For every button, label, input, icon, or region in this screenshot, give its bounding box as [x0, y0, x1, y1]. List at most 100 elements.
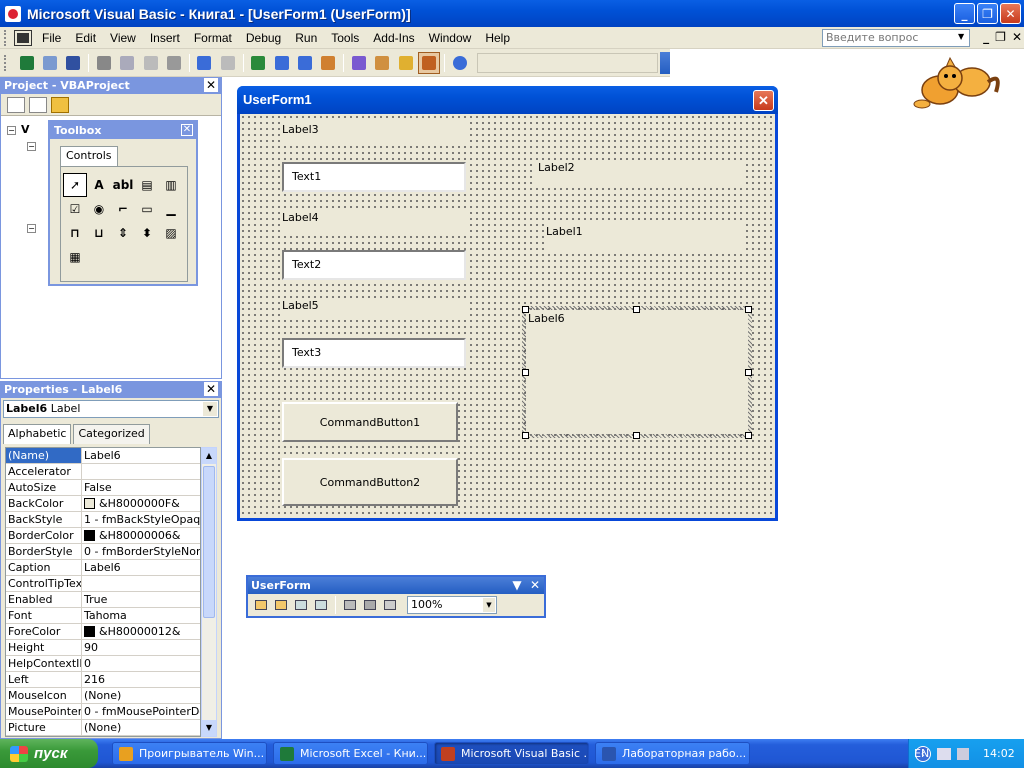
tree-node-collapse-icon[interactable]: − [27, 224, 36, 233]
property-value[interactable]: (None) [82, 720, 200, 735]
menu-edit[interactable]: Edit [68, 28, 103, 48]
ask-question-input[interactable]: Введите вопрос [822, 29, 970, 47]
help-icon[interactable] [449, 52, 470, 74]
select-objects-icon[interactable]: ➚ [63, 173, 87, 197]
property-row[interactable]: Enabled True [6, 592, 200, 608]
redo-icon[interactable] [217, 52, 238, 74]
property-value[interactable]: 0 [82, 656, 200, 671]
commandbutton2[interactable]: CommandButton2 [282, 458, 458, 506]
resize-handle[interactable] [745, 369, 752, 376]
align-icon[interactable] [341, 597, 359, 613]
property-row[interactable]: BackStyle1 - fmBackStyleOpaque [6, 512, 200, 528]
property-value[interactable]: 1 - fmBackStyleOpaque [82, 512, 200, 527]
multipage-tool-icon[interactable]: ⊔ [87, 221, 111, 245]
minimize-button[interactable]: _ [954, 3, 975, 24]
property-row[interactable]: MouseIcon (None) [6, 688, 200, 704]
userform-close-icon[interactable]: ✕ [753, 90, 774, 111]
property-row[interactable]: ControlTipText [6, 576, 200, 592]
property-row[interactable]: AutoSize False [6, 480, 200, 496]
ask-dropdown-icon[interactable]: ▼ [958, 32, 964, 41]
toolbar-close-icon[interactable]: ✕ [530, 578, 540, 592]
mdi-minimize-button[interactable]: _ [983, 30, 989, 44]
paste-icon[interactable] [140, 52, 161, 74]
tab-controls[interactable]: Controls [60, 146, 118, 166]
property-row[interactable]: Font Tahoma [6, 608, 200, 624]
label-tool-icon[interactable]: A [87, 173, 111, 197]
commandbutton-tool-icon[interactable]: ▁ [159, 197, 183, 221]
toggle-folders-icon[interactable] [51, 96, 69, 113]
text3[interactable]: Text3 [282, 338, 466, 368]
volume-icon[interactable] [957, 747, 969, 760]
toolbar-options-button[interactable] [660, 51, 670, 74]
property-row[interactable]: ForeColor &H80000012& [6, 624, 200, 640]
bring-to-front-icon[interactable] [252, 597, 270, 613]
property-value[interactable]: 0 - fmMousePointerDefa [82, 704, 200, 719]
property-value[interactable]: &H8000000F& [82, 496, 200, 511]
tab-categorized[interactable]: Categorized [73, 424, 150, 444]
toolbox-close-icon[interactable]: ✕ [181, 124, 193, 136]
group-icon[interactable] [292, 597, 310, 613]
property-row[interactable]: Left 216 [6, 672, 200, 688]
properties-scrollbar[interactable]: ▲ ▼ [201, 447, 217, 737]
toolbar-grip[interactable] [4, 54, 12, 71]
combobox-tool-icon[interactable]: ▤ [135, 173, 159, 197]
resize-handle[interactable] [522, 432, 529, 439]
mdi-restore-button[interactable]: ❐ [995, 30, 1006, 44]
center-icon[interactable] [361, 597, 379, 613]
menu-tools[interactable]: Tools [324, 28, 366, 48]
scroll-thumb[interactable] [203, 466, 215, 618]
start-button[interactable]: пуск [0, 739, 98, 768]
close-button[interactable]: ✕ [1000, 3, 1021, 24]
text1[interactable]: Text1 [282, 162, 466, 192]
object-browser-icon[interactable] [395, 52, 416, 74]
reset-icon[interactable] [294, 52, 315, 74]
tabstrip-tool-icon[interactable]: ⊓ [63, 221, 87, 245]
menu-add-ins[interactable]: Add-Ins [366, 28, 421, 48]
taskbar-item[interactable]: Проигрыватель Win... [112, 742, 267, 765]
property-row[interactable]: Picture (None) [6, 720, 200, 736]
view-object-icon[interactable] [29, 96, 47, 113]
label6-selection[interactable]: Label6 [522, 306, 752, 438]
tab-alphabetic[interactable]: Alphabetic [3, 424, 72, 444]
property-row[interactable]: Caption Label6 [6, 560, 200, 576]
label6[interactable]: Label6 [526, 310, 748, 434]
menu-insert[interactable]: Insert [143, 28, 187, 48]
network-icon[interactable] [937, 747, 951, 760]
resize-handle[interactable] [745, 306, 752, 313]
userform-canvas[interactable]: Label3 Text1 Label2 Label4 Label1 Text2 … [240, 114, 775, 518]
property-row[interactable]: BackColor &H8000000F& [6, 496, 200, 512]
menu-format[interactable]: Format [187, 28, 239, 48]
property-value[interactable]: &H80000006& [82, 528, 200, 543]
property-value[interactable]: 90 [82, 640, 200, 655]
resize-handle[interactable] [633, 432, 640, 439]
menu-file[interactable]: File [35, 28, 68, 48]
property-value[interactable]: 0 - fmBorderStyleNone [82, 544, 200, 559]
scroll-up-icon[interactable]: ▲ [202, 448, 216, 464]
restore-button[interactable]: ❐ [977, 3, 998, 24]
commandbutton1[interactable]: CommandButton1 [282, 402, 458, 442]
project-close-icon[interactable]: ✕ [204, 78, 218, 92]
office-assistant-cat-icon[interactable] [910, 52, 1005, 112]
label4[interactable]: Label4 [280, 210, 466, 232]
toolbox-icon[interactable] [418, 51, 440, 74]
property-value[interactable]: &H80000012& [82, 624, 200, 639]
optionbutton-tool-icon[interactable]: ◉ [87, 197, 111, 221]
language-indicator[interactable]: EN [914, 747, 929, 760]
resize-handle[interactable] [522, 306, 529, 313]
scrollbar-tool-icon[interactable]: ⇕ [111, 221, 135, 245]
toolbar-options-icon[interactable]: ▼ [512, 578, 521, 592]
tree-root-label[interactable]: V [21, 123, 30, 136]
label2[interactable]: Label2 [536, 160, 744, 188]
menu-grip[interactable] [4, 29, 12, 46]
property-value[interactable]: 216 [82, 672, 200, 687]
property-row[interactable]: BorderStyle 0 - fmBorderStyleNone [6, 544, 200, 560]
properties-window-icon[interactable] [372, 52, 393, 74]
view-code-icon[interactable] [7, 96, 25, 113]
property-value[interactable]: Label6 [82, 560, 200, 575]
property-row[interactable]: HelpContextID 0 [6, 656, 200, 672]
label1[interactable]: Label1 [544, 224, 744, 252]
menu-run[interactable]: Run [288, 28, 324, 48]
insert-userform-icon[interactable] [39, 52, 60, 74]
taskbar-item[interactable]: Microsoft Visual Basic ... [434, 742, 589, 765]
mdi-system-icon[interactable] [14, 29, 32, 46]
